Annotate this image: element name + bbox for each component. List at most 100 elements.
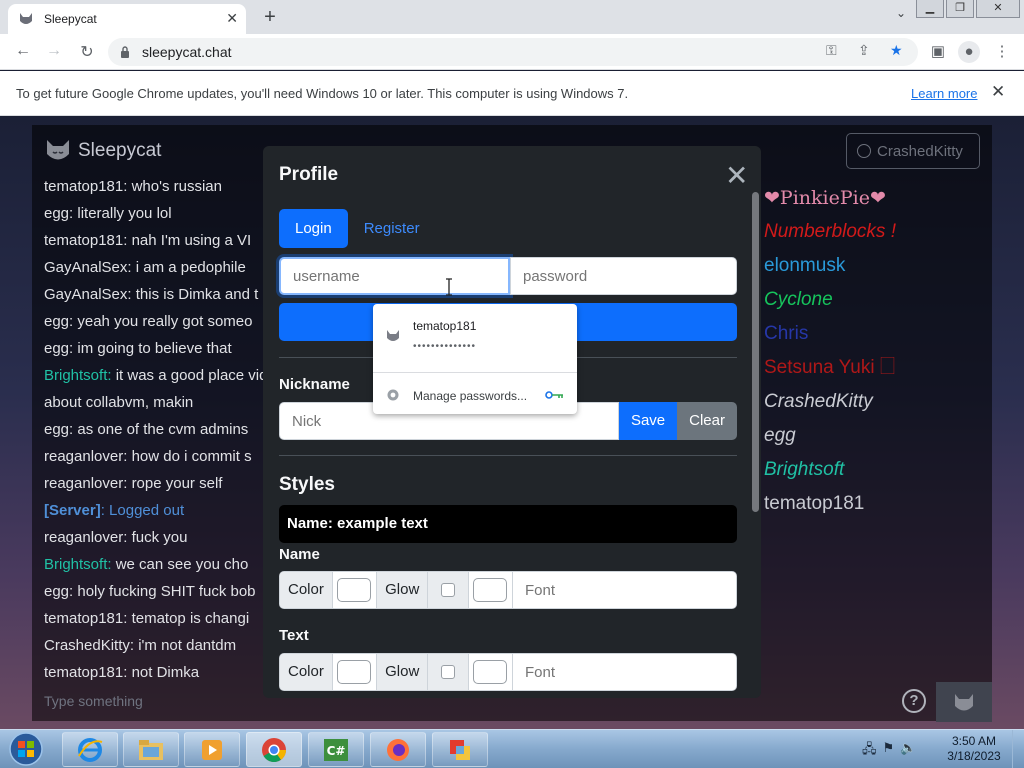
name-font-input[interactable] <box>513 572 736 608</box>
chat-username[interactable]: GayAnalSex <box>44 286 127 303</box>
send-button[interactable] <box>936 682 992 722</box>
text-font-input[interactable] <box>513 654 736 690</box>
user-list-item[interactable]: Setsuna Yuki 🗌 <box>764 351 896 385</box>
bookmark-star-icon[interactable]: ★ <box>890 42 903 59</box>
chat-username[interactable]: egg <box>44 340 69 357</box>
reload-icon[interactable]: ↻ <box>76 42 98 62</box>
user-list-item[interactable]: elonmusk <box>764 249 896 283</box>
forward-arrow-icon[interactable]: → <box>43 42 65 60</box>
brand: Sleepycat <box>44 137 161 165</box>
user-list-item[interactable]: Brightsoft <box>764 453 896 487</box>
brand-name: Sleepycat <box>78 140 162 161</box>
learn-more-link[interactable]: Learn more <box>911 86 977 101</box>
office-picture-icon[interactable] <box>432 732 488 767</box>
window-controls: ▁ ❐ ✕ <box>914 0 1020 18</box>
user-list-item[interactable]: ❤PinkiePie❤ <box>764 181 896 215</box>
chat-username[interactable]: egg <box>44 421 69 438</box>
tab-register[interactable]: Register <box>348 209 436 248</box>
key-icon[interactable]: ⚿ <box>826 42 837 59</box>
internet-explorer-icon[interactable] <box>62 732 118 767</box>
media-player-icon[interactable] <box>184 732 240 767</box>
user-list-item[interactable]: CrashedKitty <box>764 385 896 419</box>
color-swatch <box>473 660 508 684</box>
user-list-item[interactable]: Chris <box>764 317 896 351</box>
chat-text: nah I'm using a VI <box>131 232 252 249</box>
chat-username[interactable]: reaganlover <box>44 448 123 465</box>
help-icon[interactable]: ? <box>902 689 926 713</box>
clear-button[interactable]: Clear <box>677 402 737 440</box>
name-color-picker[interactable] <box>332 572 378 608</box>
user-list-item[interactable]: tematop181 <box>764 487 896 521</box>
address-bar[interactable]: sleepycat.chat <box>108 38 918 66</box>
chat-username[interactable]: GayAnalSex <box>44 259 127 276</box>
name-style-row: Color Glow <box>279 571 737 609</box>
chat-text: holy fucking SHIT fuck bob <box>77 583 256 600</box>
chat-username[interactable]: reaganlover <box>44 475 123 492</box>
name-glow-checkbox[interactable] <box>428 572 469 608</box>
file-explorer-icon[interactable] <box>123 732 179 767</box>
chat-username[interactable]: egg <box>44 583 69 600</box>
user-list: ❤PinkiePie❤ Numberblocks ! elonmusk Cyclone… <box>764 181 896 521</box>
chat-username[interactable]: tematop181 <box>44 664 123 681</box>
text-glow-checkbox[interactable] <box>428 654 469 690</box>
profile-avatar-icon[interactable]: ● <box>958 41 980 63</box>
share-icon[interactable]: ⇪ <box>858 42 870 59</box>
chat-username[interactable]: egg <box>44 313 69 330</box>
csharp-ide-icon[interactable]: C# <box>308 732 364 767</box>
save-button[interactable]: Save <box>618 402 678 440</box>
infobar-close-icon[interactable]: ✕ <box>991 82 1005 102</box>
saved-credential-item[interactable]: tematop181 •••••••••••••• <box>373 304 577 366</box>
action-center-flag-icon[interactable]: ⚑ <box>883 740 895 762</box>
infobar-message: To get future Google Chrome updates, you… <box>16 86 629 101</box>
username-input[interactable] <box>279 257 510 295</box>
color-label: Color <box>280 654 333 690</box>
user-list-item[interactable]: egg <box>764 419 896 453</box>
account-button[interactable]: CrashedKitty <box>846 133 980 169</box>
chat-username[interactable]: Brightsoft <box>44 367 107 384</box>
window-close-icon[interactable]: ✕ <box>976 0 1020 18</box>
svg-text:C#: C# <box>327 744 346 758</box>
chat-separator: : <box>129 637 139 654</box>
tab-login[interactable]: Login <box>279 209 348 248</box>
windows-start-icon[interactable] <box>4 731 48 767</box>
system-clock[interactable]: 3:50 AM 3/18/2023 <box>946 734 1002 764</box>
chat-username[interactable]: [Server] <box>44 502 101 519</box>
chat-username[interactable]: tematop181 <box>44 610 123 627</box>
chat-username[interactable]: reaganlover <box>44 529 123 546</box>
browser-tab[interactable]: Sleepycat ✕ <box>8 4 246 34</box>
volume-icon[interactable]: 🔈 <box>900 740 916 762</box>
menu-dots-icon[interactable]: ⋮ <box>991 41 1013 63</box>
user-list-item[interactable]: Numberblocks ! <box>764 215 896 249</box>
minimize-icon[interactable]: ▁ <box>916 0 944 18</box>
user-list-item[interactable]: Cyclone <box>764 283 896 317</box>
chat-username[interactable]: tematop181 <box>44 232 123 249</box>
restore-icon[interactable]: ❐ <box>946 0 974 18</box>
manage-passwords-item[interactable]: Manage passwords... <box>373 380 577 410</box>
chat-username[interactable]: CrashedKitty <box>44 637 130 654</box>
cat-favicon-icon <box>387 330 399 341</box>
show-desktop-button[interactable] <box>1012 730 1024 768</box>
firefox-icon[interactable] <box>370 732 426 767</box>
divider <box>373 372 577 373</box>
name-glow-color-picker[interactable] <box>468 572 513 608</box>
cat-favicon-icon <box>20 13 32 24</box>
back-arrow-icon[interactable]: ← <box>12 42 34 60</box>
sleepycat-logo-icon <box>47 140 69 160</box>
chrome-taskbar-icon[interactable] <box>246 732 302 767</box>
tab-search-icon[interactable]: ⌄ <box>896 6 906 20</box>
text-glow-color-picker[interactable] <box>468 654 513 690</box>
network-icon[interactable]: 🖧 <box>862 740 877 762</box>
new-tab-button[interactable]: + <box>258 4 282 30</box>
password-input[interactable] <box>510 257 737 295</box>
chat-username[interactable]: Brightsoft <box>44 556 107 573</box>
chat-username[interactable]: egg <box>44 205 69 222</box>
modal-close-icon[interactable]: ✕ <box>725 162 748 190</box>
side-panel-icon[interactable]: ▣ <box>927 41 949 63</box>
credentials-group <box>279 257 737 295</box>
text-color-picker[interactable] <box>332 654 378 690</box>
chat-text: not Dimka <box>131 664 200 681</box>
chat-username[interactable]: tematop181 <box>44 178 123 195</box>
user-circle-icon <box>857 144 871 158</box>
modal-scrollbar[interactable] <box>752 192 759 512</box>
tab-close-icon[interactable]: ✕ <box>226 10 238 27</box>
